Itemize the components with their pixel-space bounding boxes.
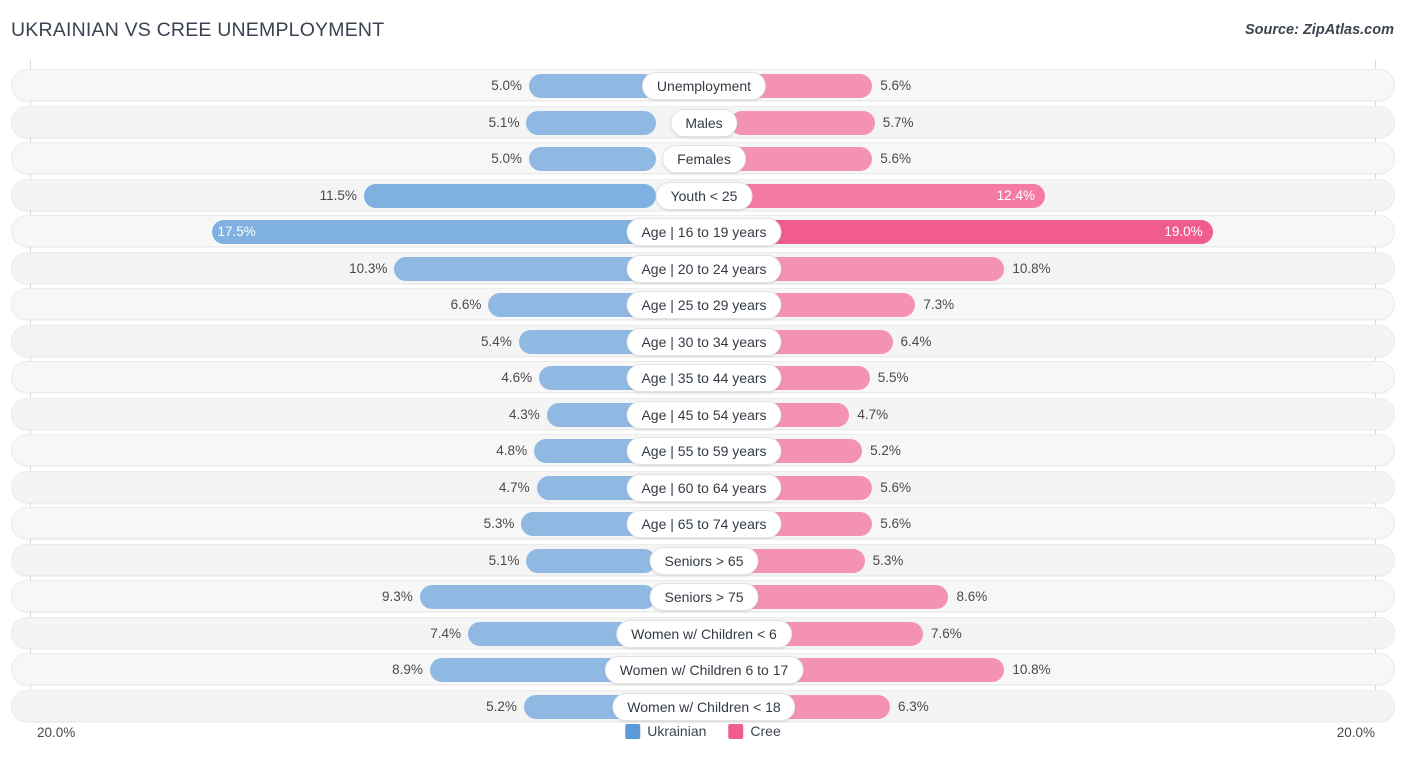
value-label-cree: 7.3% (923, 297, 955, 312)
category-label: Women w/ Children < 18 (612, 692, 796, 721)
bar-ukrainian (419, 585, 656, 609)
legend-item-ukrainian[interactable]: Ukrainian (625, 723, 706, 739)
value-label-ukrainian: 4.3% (508, 406, 540, 422)
chart-legend: Ukrainian Cree (625, 723, 781, 739)
table-row: 7.4% 7.6% Women w/ Children < 6 (11, 616, 1395, 649)
axis-label-right: 20.0% (1336, 725, 1375, 740)
value-label-cree: 5.6% (880, 516, 912, 531)
value-label-cree: 10.8% (1012, 260, 1051, 276)
value-label-ukrainian: 5.0% (491, 151, 522, 166)
value-label-ukrainian: 5.1% (488, 114, 520, 130)
category-label: Males (670, 108, 738, 137)
value-label-cree: 6.3% (898, 698, 929, 714)
table-row: 17.5% 19.0% Age | 16 to 19 years (11, 215, 1395, 247)
axis-label-left: 20.0% (37, 725, 76, 740)
category-label: Age | 60 to 64 years (626, 473, 782, 502)
page-title: UKRAINIAN VS CREE UNEMPLOYMENT (11, 19, 385, 41)
value-label-cree: 5.6% (880, 78, 912, 93)
category-label: Youth < 25 (655, 181, 753, 210)
legend-swatch-icon (625, 723, 641, 739)
category-label: Age | 65 to 74 years (626, 510, 782, 538)
value-label-ukrainian: 10.3% (349, 260, 388, 276)
value-label-ukrainian: 8.9% (392, 662, 423, 677)
category-label: Seniors > 75 (649, 583, 759, 611)
category-label: Age | 16 to 19 years (626, 218, 782, 246)
table-row: 10.3% 10.8% Age | 20 to 24 years (11, 251, 1395, 284)
table-row: 4.8% 5.2% Age | 55 to 59 years (11, 434, 1395, 466)
bar-ukrainian (526, 548, 656, 573)
diverging-bar-chart: 5.0% 5.6% Unemployment 5.1% 5.7% Males 5.0% 5.6… (0, 60, 1406, 722)
value-label-ukrainian: 5.4% (481, 333, 512, 349)
table-row: 4.3% 4.7% Age | 45 to 54 years (11, 397, 1395, 430)
table-row: 5.2% 6.3% Women w/ Children < 18 (11, 689, 1395, 722)
legend-swatch-icon (728, 723, 744, 739)
value-label-ukrainian: 7.4% (430, 625, 462, 641)
table-row: 5.4% 6.4% Age | 30 to 34 years (11, 324, 1395, 357)
chart-header: UKRAINIAN VS CREE UNEMPLOYMENT Source: Z… (0, 0, 1406, 60)
table-row: 6.6% 7.3% Age | 25 to 29 years (11, 288, 1395, 320)
category-label: Unemployment (641, 72, 767, 100)
legend-item-cree[interactable]: Cree (728, 723, 781, 739)
legend-label: Cree (750, 723, 781, 739)
value-label-cree: 5.6% (880, 151, 912, 166)
value-label-ukrainian: 4.6% (501, 370, 533, 385)
source-attribution: Source: ZipAtlas.com (1244, 22, 1394, 38)
value-label-ukrainian: 4.8% (496, 443, 528, 458)
value-label-ukrainian: 5.1% (488, 552, 520, 568)
category-label: Seniors > 65 (649, 546, 759, 575)
bar-ukrainian (529, 74, 656, 98)
value-label-cree: 5.3% (872, 552, 904, 568)
value-label-cree: 5.6% (880, 479, 912, 495)
value-label-ukrainian: 5.3% (483, 516, 515, 531)
value-label-ukrainian: 17.5% (217, 224, 256, 239)
table-row: 5.1% 5.7% Males (11, 105, 1395, 138)
category-label: Women w/ Children < 6 (616, 619, 792, 648)
bar-cree (730, 110, 875, 135)
table-row: 5.1% 5.3% Seniors > 65 (11, 543, 1395, 576)
category-label: Females (662, 145, 746, 173)
table-row: 4.6% 5.5% Age | 35 to 44 years (11, 361, 1395, 393)
bar-ukrainian (529, 147, 656, 171)
value-label-cree: 4.7% (857, 406, 889, 422)
table-row: 11.5% 12.4% Youth < 25 (11, 178, 1395, 211)
legend-label: Ukrainian (647, 723, 707, 739)
chart-footer: 20.0% 20.0% Ukrainian Cree (0, 718, 1406, 757)
category-label: Age | 55 to 59 years (626, 437, 782, 465)
table-row: 5.0% 5.6% Unemployment (11, 69, 1395, 101)
value-label-ukrainian: 5.0% (491, 78, 522, 93)
bar-ukrainian (363, 183, 656, 208)
value-label-cree: 5.2% (870, 443, 901, 458)
table-row: 5.3% 5.6% Age | 65 to 74 years (11, 507, 1395, 539)
value-label-cree: 5.5% (877, 370, 909, 385)
table-row: 9.3% 8.6% Seniors > 75 (11, 580, 1395, 612)
value-label-cree: 10.8% (1012, 662, 1051, 677)
bar-ukrainian (526, 110, 656, 135)
value-label-ukrainian: 4.7% (498, 479, 530, 495)
value-label-ukrainian: 11.5% (319, 187, 357, 203)
value-label-cree: 7.6% (931, 625, 962, 641)
value-label-ukrainian: 5.2% (486, 698, 517, 714)
category-label: Age | 45 to 54 years (626, 400, 782, 429)
category-label: Age | 20 to 24 years (626, 254, 782, 283)
table-row: 8.9% 10.8% Women w/ Children 6 to 17 (11, 653, 1395, 685)
value-label-cree: 12.4% (996, 187, 1035, 203)
value-label-cree: 5.7% (882, 114, 914, 130)
bar-ukrainian (394, 256, 656, 281)
category-label: Age | 25 to 29 years (626, 291, 782, 319)
bar-cree (730, 585, 949, 609)
value-label-cree: 6.4% (900, 333, 932, 349)
value-label-cree: 19.0% (1164, 224, 1203, 239)
category-label: Age | 30 to 34 years (626, 327, 782, 356)
chart-page: UKRAINIAN VS CREE UNEMPLOYMENT Source: Z… (0, 0, 1406, 757)
category-label: Women w/ Children 6 to 17 (604, 656, 804, 684)
value-label-cree: 8.6% (956, 589, 988, 604)
category-label: Age | 35 to 44 years (626, 364, 782, 392)
value-label-ukrainian: 6.6% (450, 297, 482, 312)
table-row: 5.0% 5.6% Females (11, 142, 1395, 174)
value-label-ukrainian: 9.3% (381, 589, 413, 604)
table-row: 4.7% 5.6% Age | 60 to 64 years (11, 470, 1395, 503)
bar-cree (730, 147, 873, 171)
